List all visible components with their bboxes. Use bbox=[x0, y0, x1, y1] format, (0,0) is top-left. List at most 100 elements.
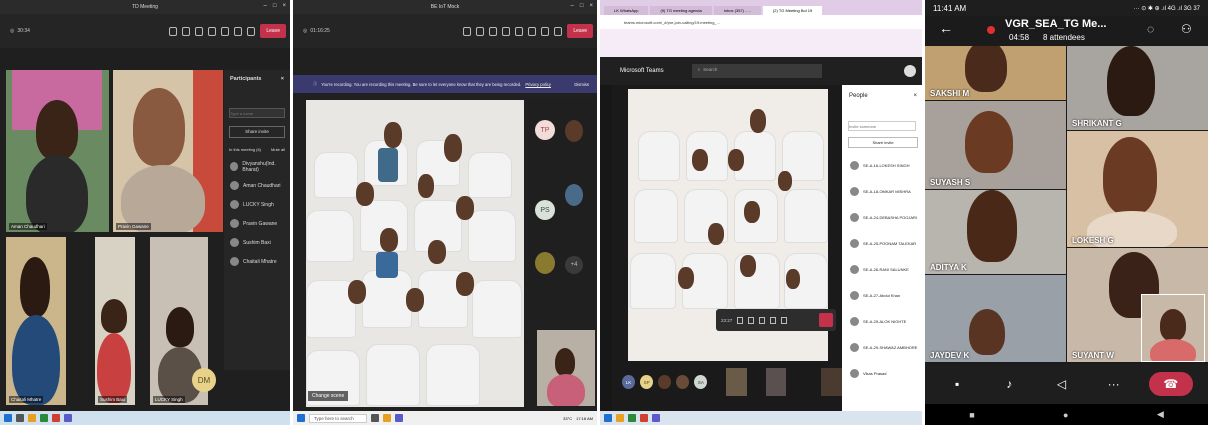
close-icon[interactable]: × bbox=[282, 3, 286, 9]
more-icon[interactable]: ··· bbox=[1097, 372, 1131, 396]
chat-icon[interactable] bbox=[748, 316, 755, 324]
more-icon[interactable] bbox=[515, 26, 524, 36]
mic-icon[interactable] bbox=[541, 26, 550, 36]
person-row[interactable]: SE-A-25-POONAM TALEKAR bbox=[844, 230, 922, 256]
avatar[interactable] bbox=[904, 65, 916, 77]
app-icon[interactable] bbox=[616, 414, 624, 422]
mute-all-button[interactable]: Mute all bbox=[271, 147, 285, 152]
back-icon[interactable]: ◀ bbox=[1157, 409, 1164, 420]
participant-row[interactable]: Pravin Gawane bbox=[224, 214, 290, 233]
close-icon[interactable]: × bbox=[281, 76, 284, 82]
share-icon[interactable] bbox=[781, 316, 788, 324]
close-icon[interactable]: × bbox=[913, 93, 917, 99]
participant-row[interactable]: Sushim Baxi bbox=[224, 233, 290, 252]
minimize-icon[interactable]: – bbox=[264, 3, 267, 9]
home-icon[interactable]: ● bbox=[1063, 410, 1068, 420]
change-scene-button[interactable]: Change scene bbox=[308, 391, 349, 401]
person-row[interactable]: SE-A-29-ALOK NIGHTE bbox=[844, 308, 922, 334]
speaker-icon[interactable]: ◁ bbox=[1044, 372, 1078, 396]
person-row[interactable]: SE-A-18-OMKAR MISHRA bbox=[844, 178, 922, 204]
avatar[interactable]: SP bbox=[640, 375, 654, 389]
maximize-icon[interactable]: □ bbox=[580, 3, 584, 9]
video-thumbnail[interactable] bbox=[726, 368, 747, 396]
app-icon[interactable] bbox=[40, 414, 48, 422]
chat-icon[interactable]: ◌ bbox=[1147, 22, 1154, 36]
video-thumbnail[interactable] bbox=[821, 368, 843, 396]
camera-icon[interactable] bbox=[759, 316, 766, 324]
avatar[interactable] bbox=[676, 375, 690, 389]
start-icon[interactable] bbox=[297, 414, 305, 422]
hang-up-button[interactable] bbox=[819, 313, 833, 327]
leave-button[interactable]: Leave bbox=[260, 24, 286, 38]
minimize-icon[interactable]: – bbox=[571, 3, 574, 9]
app-icon[interactable] bbox=[28, 414, 36, 422]
view-icon[interactable] bbox=[502, 26, 511, 36]
participant-row[interactable]: LUCKY Singh bbox=[224, 195, 290, 214]
app-icon[interactable] bbox=[16, 414, 24, 422]
people-icon[interactable] bbox=[463, 26, 472, 36]
avatar: DM bbox=[192, 368, 216, 392]
browser-tab[interactable]: Inbox (357) - ... bbox=[713, 6, 761, 15]
invite-input[interactable] bbox=[848, 121, 916, 131]
share-icon[interactable] bbox=[554, 26, 563, 36]
android-nav-bar: ■ ● ◀ bbox=[925, 404, 1208, 425]
app-icon[interactable] bbox=[640, 414, 648, 422]
search-input[interactable] bbox=[229, 108, 285, 118]
people-icon[interactable] bbox=[737, 316, 744, 324]
raise-hand-icon[interactable] bbox=[489, 26, 498, 36]
chat-icon[interactable] bbox=[182, 26, 191, 36]
camera-icon[interactable] bbox=[221, 26, 230, 36]
browser-tab[interactable]: (2) TG Meeting Bol 19 bbox=[762, 6, 823, 15]
app-icon[interactable] bbox=[628, 414, 636, 422]
mic-icon[interactable] bbox=[770, 316, 777, 324]
avatar[interactable]: SA bbox=[694, 375, 708, 389]
participant-row[interactable]: Divyanshu(Ind. Bharat) bbox=[224, 157, 290, 176]
app-icon[interactable] bbox=[370, 414, 379, 422]
taskbar-search[interactable]: Type here to search bbox=[309, 413, 367, 423]
avatar[interactable]: LK bbox=[622, 375, 636, 389]
browser-tab[interactable]: LK WhatsApp bbox=[604, 6, 649, 15]
teams-icon[interactable] bbox=[64, 414, 72, 422]
start-icon[interactable] bbox=[604, 414, 612, 422]
teams-icon[interactable] bbox=[394, 414, 403, 422]
app-icon[interactable] bbox=[52, 414, 60, 422]
status-bar: 11:41 AM ··· ⊙ ✱ ⊕ .ıl 4G .ıl 3G 37 bbox=[925, 0, 1208, 16]
participant-row[interactable]: Chaitali Mhatre bbox=[224, 252, 290, 271]
raise-hand-icon[interactable] bbox=[195, 26, 204, 36]
teams-icon[interactable] bbox=[652, 414, 660, 422]
people-icon[interactable]: ⚇ bbox=[1181, 22, 1192, 36]
person-row[interactable]: SE-A-27-Abdul Khan bbox=[844, 282, 922, 308]
taskbar: Type here to search 33°C 17:18 AM bbox=[293, 411, 597, 425]
back-icon[interactable]: ← bbox=[939, 20, 953, 36]
mic-icon[interactable] bbox=[234, 26, 243, 36]
privacy-link[interactable]: Privacy policy bbox=[525, 82, 551, 87]
person-row[interactable]: SE-A-29-SHAWAZ AMBHORE bbox=[844, 334, 922, 360]
leave-button[interactable]: Leave bbox=[567, 24, 593, 38]
address-bar[interactable]: teams.microsoft.com/_#/pre-join-calling/… bbox=[600, 15, 922, 29]
close-icon[interactable]: × bbox=[589, 3, 593, 9]
video-thumbnail[interactable] bbox=[765, 368, 787, 396]
camera-icon[interactable] bbox=[528, 26, 537, 36]
person-row[interactable]: SE-A-16-LOKESH SINGH bbox=[844, 152, 922, 178]
person-row[interactable]: SE-A-26-RANI SALUNKE bbox=[844, 256, 922, 282]
chat-icon[interactable] bbox=[476, 26, 485, 36]
mic-icon[interactable]: ♪ bbox=[992, 372, 1026, 396]
people-icon[interactable] bbox=[169, 26, 178, 36]
share-icon[interactable] bbox=[247, 26, 256, 36]
person-row[interactable]: SE-A-24-DEBASHA POOJARI bbox=[844, 204, 922, 230]
person-row[interactable]: Vikas Prasad bbox=[844, 360, 922, 386]
participant-row[interactable]: Aman Chaudhari bbox=[224, 176, 290, 195]
dismiss-button[interactable]: Dismiss bbox=[574, 82, 589, 87]
app-icon[interactable] bbox=[382, 414, 391, 422]
maximize-icon[interactable]: □ bbox=[273, 3, 277, 9]
camera-icon[interactable]: ▪ bbox=[940, 372, 974, 396]
recents-icon[interactable]: ■ bbox=[969, 410, 974, 420]
browser-tab[interactable]: (9) TG meeting agenda bbox=[650, 6, 712, 15]
more-icon[interactable] bbox=[208, 26, 217, 36]
share-invite-button[interactable]: Share invite bbox=[848, 137, 918, 148]
search-input[interactable]: ⌕ Search bbox=[691, 64, 822, 78]
hang-up-button[interactable]: ☎ bbox=[1148, 372, 1193, 396]
avatar[interactable] bbox=[658, 375, 672, 389]
share-invite-button[interactable]: Share invite bbox=[229, 126, 285, 138]
start-icon[interactable] bbox=[4, 414, 12, 422]
